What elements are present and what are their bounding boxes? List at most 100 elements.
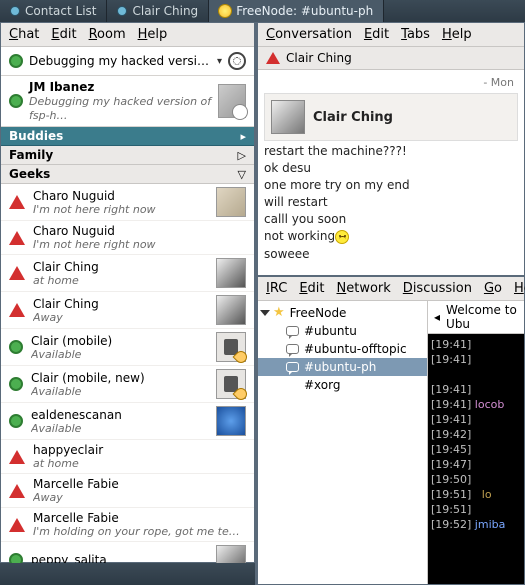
status-selector[interactable]: Debugging my hacked version of f… ▾	[1, 47, 254, 76]
buddy-status: at home	[33, 457, 246, 470]
message-row: calll you soon	[264, 209, 518, 226]
menu-conversation[interactable]: Conversation	[266, 27, 352, 42]
buddy-name: Clair Ching	[33, 297, 208, 311]
window-tab-contactlist[interactable]: Contact List	[0, 0, 107, 22]
group-label: Buddies	[9, 129, 63, 143]
buddy-name: Clair Ching	[33, 260, 208, 274]
avatar	[216, 332, 246, 362]
menu-edit[interactable]: Edit	[51, 27, 76, 42]
avatar	[216, 295, 246, 325]
window-tab-conversation[interactable]: Clair Ching	[107, 0, 209, 22]
buddy-row[interactable]: Clair (mobile, new)Available	[1, 366, 254, 403]
taskbar-strip	[0, 563, 255, 585]
status-message: Debugging my hacked version of f…	[29, 54, 211, 68]
away-triangle-icon	[9, 303, 25, 317]
menu-chat[interactable]: Chat	[9, 27, 39, 42]
buddy-row[interactable]: Marcelle FabieI'm holding on your rope, …	[1, 508, 254, 542]
network-tree[interactable]: ★ FreeNode #ubuntu#ubuntu-offtopic #ubunt…	[258, 301, 428, 584]
self-name: JM Ibanez	[29, 80, 94, 94]
channel-row[interactable]: #ubuntu-ph	[258, 358, 427, 376]
contact-list-window: Chat Edit Room Help Debugging my hacked …	[0, 22, 255, 563]
tree-expander-icon[interactable]	[260, 310, 270, 316]
window-tab-label: Clair Ching	[132, 4, 198, 18]
channel-row[interactable]: #ubuntu	[258, 322, 427, 340]
group-label: Geeks	[9, 167, 50, 181]
away-triangle-icon	[9, 195, 25, 209]
group-label: Family	[9, 148, 53, 162]
message-row: one more try on my end	[264, 175, 518, 192]
buddy-info: Clair (mobile, new)Available	[31, 371, 208, 398]
buddy-info: Charo NuguidI'm not here right now	[33, 189, 208, 216]
buddy-row[interactable]: Marcelle FabieAway	[1, 474, 254, 508]
buddy-status: Away	[33, 311, 208, 324]
conversation-tab-label: Clair Ching	[286, 51, 352, 65]
menu-help[interactable]: Help	[514, 281, 525, 296]
conversation-date: - Mon	[264, 76, 518, 93]
away-triangle-icon	[9, 266, 25, 280]
buddy-name: Clair (mobile, new)	[31, 371, 208, 385]
buddy-status: at home	[33, 274, 208, 287]
menu-edit[interactable]: Edit	[299, 281, 324, 296]
conversation-tab[interactable]: Clair Ching	[258, 47, 524, 70]
buddy-list: Charo NuguidI'm not here right now Charo …	[1, 184, 254, 579]
chevron-left-icon[interactable]: ◂	[434, 310, 440, 324]
menu-help[interactable]: Help	[442, 27, 472, 42]
menubar[interactable]: Conversation Edit Tabs Help	[258, 23, 524, 47]
away-triangle-icon	[9, 518, 25, 532]
buddy-row[interactable]: ealdenescananAvailable	[1, 403, 254, 440]
star-icon: ★	[273, 305, 285, 320]
buddy-info: Marcelle FabieI'm holding on your rope, …	[33, 511, 246, 538]
menubar[interactable]: Chat Edit Room Help	[1, 23, 254, 47]
gear-icon[interactable]	[228, 52, 246, 70]
menu-help[interactable]: Help	[138, 27, 168, 42]
status-available-icon	[9, 414, 23, 428]
buddy-info: Marcelle FabieAway	[33, 477, 246, 504]
menu-tabs[interactable]: Tabs	[401, 27, 430, 42]
channel-icon	[286, 344, 299, 354]
message-row: not working	[264, 226, 518, 244]
group-family[interactable]: Family ▷	[1, 146, 254, 165]
menu-irc[interactable]: IRC	[266, 281, 287, 296]
message-row: will restart	[264, 192, 518, 209]
buddy-status: Available	[31, 422, 208, 435]
group-buddies[interactable]: Buddies ▸	[1, 127, 254, 146]
network-row[interactable]: ★ FreeNode	[258, 303, 427, 322]
away-triangle-icon	[9, 484, 25, 498]
self-entry[interactable]: JM Ibanez Debugging my hacked version of…	[1, 76, 254, 127]
menu-room[interactable]: Room	[89, 27, 126, 42]
pidgin-icon	[117, 6, 127, 16]
menubar[interactable]: IRC Edit Network Discussion Go Help	[258, 277, 524, 301]
self-name-block: JM Ibanez Debugging my hacked version of…	[29, 80, 212, 122]
topic-bar: ◂ Welcome to Ubu	[428, 301, 524, 334]
buddy-name: ealdenescanan	[31, 408, 208, 422]
buddy-row[interactable]: Clair ChingAway	[1, 292, 254, 329]
channel-row[interactable]: #ubuntu-offtopic	[258, 340, 427, 358]
chevron-down-icon: ▾	[217, 56, 222, 67]
menu-network[interactable]: Network	[337, 281, 391, 296]
avatar	[216, 406, 246, 436]
menu-discussion[interactable]: Discussion	[403, 281, 472, 296]
conversation-peer-name: Clair Ching	[313, 110, 393, 125]
channel-name: #xorg	[304, 378, 340, 392]
buddy-row[interactable]: Clair (mobile)Available	[1, 329, 254, 366]
buddy-row[interactable]: Charo NuguidI'm not here right now	[1, 221, 254, 255]
buddy-info: ealdenescananAvailable	[31, 408, 208, 435]
chevron-right-icon: ▷	[238, 149, 246, 162]
status-available-icon	[9, 54, 23, 68]
window-tab-irc[interactable]: FreeNode: #ubuntu-ph	[209, 0, 384, 22]
channel-name: #ubuntu-ph	[304, 360, 376, 374]
away-triangle-icon	[266, 52, 280, 64]
channel-icon	[286, 326, 299, 336]
group-geeks[interactable]: Geeks ▽	[1, 165, 254, 184]
chevron-right-icon: ▸	[240, 130, 246, 143]
conversation-header: Clair Ching	[264, 93, 518, 141]
buddy-name: happyeclair	[33, 443, 246, 457]
window-tab-bar: Contact List Clair Ching FreeNode: #ubun…	[0, 0, 525, 22]
irc-log[interactable]: [19:41] [19:41] [19:41] [19:41] locob [1…	[428, 334, 524, 584]
menu-edit[interactable]: Edit	[364, 27, 389, 42]
buddy-row[interactable]: Clair Chingat home	[1, 255, 254, 292]
buddy-row[interactable]: happyeclairat home	[1, 440, 254, 474]
channel-row[interactable]: #xorg	[258, 376, 427, 394]
menu-go[interactable]: Go	[484, 281, 502, 296]
buddy-row[interactable]: Charo NuguidI'm not here right now	[1, 184, 254, 221]
